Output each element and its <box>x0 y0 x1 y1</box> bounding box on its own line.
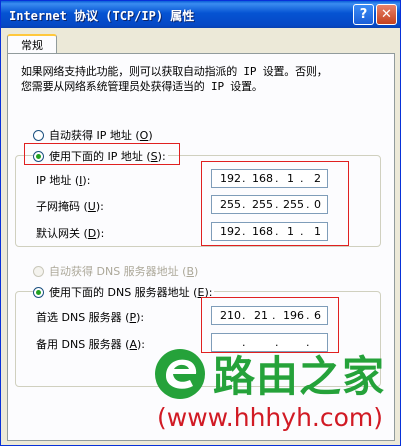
window-title: Internet 协议 (TCP/IP) 属性 <box>9 9 195 23</box>
radio-auto-dns-key: B <box>186 264 195 278</box>
preferred-dns-label: 首选 DNS 服务器 (P): <box>36 311 145 324</box>
help-button[interactable]: ? <box>353 4 374 25</box>
default-gateway-input[interactable]: 192. 168. 1. 1 <box>211 222 328 241</box>
close-button[interactable]: ✕ <box>376 4 397 25</box>
watermark-url: (www.hhhyh.com) <box>157 403 384 432</box>
subnet-mask-input[interactable]: 255. 255. 255. 0 <box>211 195 328 214</box>
description-line-1: 如果网络支持此功能，则可以获取自动指派的 IP 设置。否则， <box>21 65 328 78</box>
radio-auto-ip-indicator[interactable] <box>33 129 44 141</box>
radio-auto-dns-indicator <box>33 265 44 277</box>
radio-auto-dns: 自动获得 DNS 服务器地址 (B) <box>33 263 198 279</box>
description-line-2: 您需要从网络系统管理员处获得适当的 IP 设置。 <box>21 80 263 93</box>
radio-auto-ip-key: O <box>139 128 149 142</box>
subnet-mask-label: 子网掩码 (U): <box>36 200 104 213</box>
radio-manual-ip-indicator[interactable] <box>33 150 44 162</box>
radio-manual-dns-indicator[interactable] <box>33 286 44 298</box>
radio-auto-ip-label: 自动获得 IP 地址 <box>49 129 132 142</box>
ip-address-input[interactable]: 192. 168. 1. 2 <box>211 169 328 188</box>
ip-address-label: IP 地址 (I): <box>36 174 91 187</box>
alternate-dns-label: 备用 DNS 服务器 (A): <box>36 338 146 351</box>
preferred-dns-input[interactable]: 210. 21. 196. 6 <box>211 306 328 325</box>
title-bar[interactable]: Internet 协议 (TCP/IP) 属性 ? ✕ <box>1 1 400 28</box>
description-text: 如果网络支持此功能，则可以获取自动指派的 IP 设置。否则， 您需要从网络系统管… <box>21 64 381 94</box>
router-home-logo-icon <box>155 349 205 399</box>
tab-general[interactable]: 常规 <box>7 34 57 54</box>
radio-auto-dns-label: 自动获得 DNS 服务器地址 <box>49 265 179 278</box>
tcpip-properties-dialog: Internet 协议 (TCP/IP) 属性 ? ✕ 常规 如果网络支持此功能… <box>0 0 401 446</box>
radio-manual-dns-label: 使用下面的 DNS 服务器地址 <box>49 286 190 299</box>
radio-manual-ip-key: S <box>150 149 158 163</box>
radio-manual-ip[interactable]: 使用下面的 IP 地址 (S): <box>33 148 168 164</box>
radio-manual-dns[interactable]: 使用下面的 DNS 服务器地址 (E): <box>33 284 215 300</box>
radio-manual-ip-label: 使用下面的 IP 地址 <box>49 150 143 163</box>
watermark-brand: 路由之家 <box>213 352 386 401</box>
default-gateway-label: 默认网关 (D): <box>36 227 105 240</box>
watermark: 路由之家 (www.hhhyh.com) <box>149 343 400 445</box>
radio-auto-ip[interactable]: 自动获得 IP 地址 (O) <box>33 127 153 143</box>
